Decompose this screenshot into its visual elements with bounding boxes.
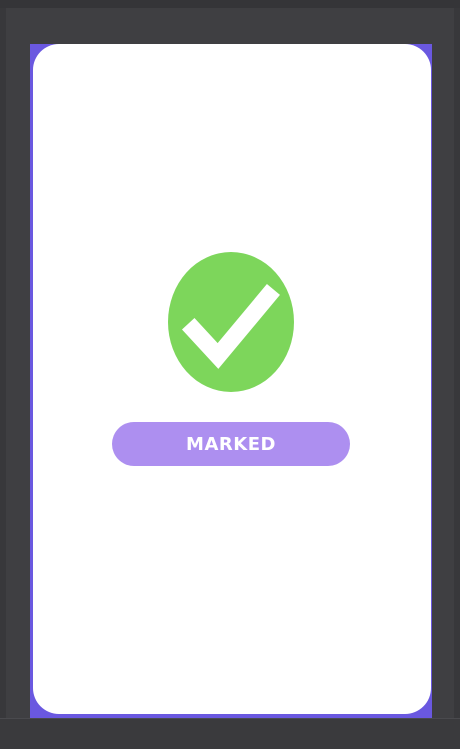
marked-status-button[interactable]: MARKED xyxy=(112,422,350,466)
navigation-bar xyxy=(0,718,460,749)
left-border xyxy=(0,8,6,718)
marked-status-label: MARKED xyxy=(186,433,276,455)
check-circle-icon xyxy=(168,252,294,392)
checkmark-icon xyxy=(181,284,280,369)
status-bar xyxy=(0,0,460,8)
right-border xyxy=(454,8,460,718)
app-window: MARKED xyxy=(0,0,460,749)
